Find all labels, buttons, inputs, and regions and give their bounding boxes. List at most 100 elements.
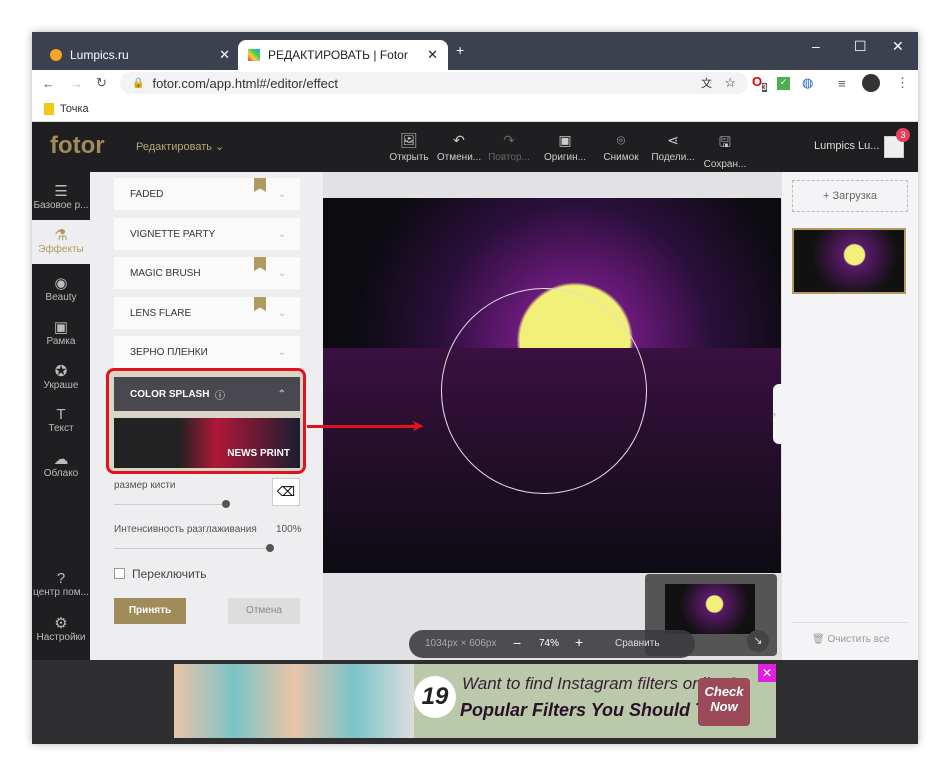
nav-decor[interactable]: ✪ Украше [32, 362, 90, 391]
image-dimensions: 1034px × 606px [425, 638, 497, 649]
right-panel: + Загрузка 🗑 Очистить все [782, 172, 918, 660]
save-button[interactable]: 🖫 Сохран... [702, 132, 748, 170]
original-icon: ▣ [558, 132, 572, 148]
chevron-down-icon: ⌄ [277, 307, 286, 319]
brush-size-label: размер кисти [114, 480, 176, 491]
fotor-header: fotor Редактировать ⌄ 🖼 Открыть ↶ Отмени..… [32, 122, 918, 172]
share-button[interactable]: ⋖ Подели... [650, 132, 696, 163]
effect-vignette-party[interactable]: VIGNETTE PARTY ⌄ [114, 218, 300, 250]
help-icon: ? [56, 570, 66, 587]
annotation-arrow [307, 425, 419, 428]
nav-cloud[interactable]: ☁ Облако [32, 450, 90, 479]
menu-icon[interactable]: ⋮ [896, 75, 909, 91]
accept-button[interactable]: Принять [114, 598, 186, 624]
smoothing-handle[interactable] [266, 544, 274, 552]
snapshot-button[interactable]: ⌾ Снимок [598, 132, 644, 163]
upload-button[interactable]: + Загрузка [792, 180, 908, 212]
gear-icon: ⚙ [54, 615, 68, 632]
opera-extension-icon[interactable]: O3 [752, 74, 767, 92]
toggle-label: Переключить [132, 567, 207, 581]
open-button[interactable]: 🖼 Открыть [386, 132, 432, 163]
left-nav: ☰ Базовое р... ⚗ Эффекты ◉ Beauty ▣ Рамка ✪ У… [32, 172, 90, 660]
brush-size-handle[interactable] [222, 500, 230, 508]
browser-window: Lumpics.ru ✕ РЕДАКТИРОВАТЬ | Fotor ✕ + – ☐… [32, 32, 918, 744]
profile-avatar[interactable] [862, 74, 880, 92]
close-tab-icon[interactable]: ✕ [427, 47, 438, 63]
nav-help[interactable]: ? центр пом... [32, 570, 90, 598]
undo-button[interactable]: ↶ Отмени... [436, 132, 482, 163]
brush-size-slider[interactable] [114, 504, 226, 505]
smoothing-value: 100% [276, 524, 302, 535]
effect-color-splash[interactable]: COLOR SPLASH ⓘ ⌃ [114, 377, 300, 411]
nav-beauty[interactable]: ◉ Beauty [32, 274, 90, 303]
nav-basic[interactable]: ☰ Базовое р... [32, 182, 90, 211]
premium-icon [254, 178, 266, 192]
smoothing-slider[interactable] [114, 548, 270, 549]
ad-cta-button[interactable]: Check Now [698, 678, 750, 726]
undo-icon: ↶ [453, 132, 465, 148]
notification-badge: 3 [896, 128, 910, 142]
divider [792, 622, 908, 623]
nav-text[interactable]: T Текст [32, 406, 90, 434]
edited-image[interactable] [323, 198, 781, 573]
chevron-down-icon: ⌄ [277, 188, 286, 200]
reload-icon[interactable]: ↻ [96, 75, 107, 91]
star-badge-icon: ✪ [54, 363, 68, 380]
flask-icon: ⚗ [54, 227, 68, 244]
clear-all-button[interactable]: 🗑 Очистить все [812, 634, 890, 645]
forward-icon[interactable]: → [70, 76, 83, 91]
image-thumbnail[interactable] [792, 228, 906, 294]
cancel-button[interactable]: Отмена [228, 598, 300, 624]
preset-news-print[interactable]: NEWS PRINT [114, 418, 300, 468]
brush-cursor-circle [441, 288, 647, 494]
address-bar[interactable]: 🔒 fotor.com/app.html#/editor/effect ☆ 文 [120, 72, 748, 94]
toggle-checkbox[interactable] [114, 568, 125, 579]
open-icon: 🖼 [400, 132, 418, 148]
tab-label: Lumpics.ru [70, 48, 129, 62]
star-icon[interactable]: ☆ [724, 75, 736, 91]
effects-panel: FADED ⌄ VIGNETTE PARTY ⌄ MAGIC BRUSH ⌄ LENS… [90, 172, 323, 660]
zoom-bar: 1034px × 606px − 74% + Сравнить [409, 630, 695, 658]
ad-close-button[interactable]: ✕ [758, 664, 776, 682]
tab-fotor[interactable]: РЕДАКТИРОВАТЬ | Fotor ✕ [238, 40, 448, 70]
globe-extension-icon[interactable]: ◍ [802, 75, 813, 91]
translate-icon[interactable]: 文 [701, 75, 712, 91]
close-tab-icon[interactable]: ✕ [219, 47, 230, 63]
maximize-button[interactable]: ☐ [854, 38, 867, 55]
chevron-down-icon: ⌄ [277, 228, 286, 240]
media-icon[interactable]: ≡ [838, 76, 846, 91]
compare-button[interactable]: Сравнить [615, 638, 660, 649]
nav-frame[interactable]: ▣ Рамка [32, 318, 90, 347]
check-extension-icon[interactable]: ✓ [777, 76, 790, 90]
nav-settings[interactable]: ⚙ Настройки [32, 614, 90, 643]
original-button[interactable]: ▣ Оригин... [542, 132, 588, 163]
ad-banner[interactable]: 19 Want to find Instagram filters online… [32, 660, 918, 744]
user-name[interactable]: Lumpics Lu... [814, 140, 879, 152]
ad-line1: Want to find Instagram filters online? [462, 674, 738, 693]
bookmark-tochka[interactable]: Точка [60, 103, 89, 115]
zoom-out-button[interactable]: − [513, 635, 521, 651]
new-tab-button[interactable]: + [456, 42, 464, 58]
nav-effects[interactable]: ⚗ Эффекты [32, 220, 90, 264]
expand-icon[interactable]: ↘ [747, 630, 769, 652]
effect-lens-flare[interactable]: LENS FLARE ⌄ [114, 297, 300, 329]
trash-icon: 🗑 [812, 634, 825, 645]
ad-photos [174, 664, 414, 738]
zoom-in-button[interactable]: + [575, 634, 583, 650]
close-window-button[interactable]: ✕ [892, 38, 904, 55]
share-icon: ⋖ [667, 132, 679, 148]
effect-film-grain[interactable]: ЗЕРНО ПЛЕНКИ ⌄ [114, 336, 300, 368]
mode-dropdown[interactable]: Редактировать ⌄ [136, 140, 224, 153]
fotor-logo: fotor [50, 132, 105, 159]
navigator-thumb [665, 584, 755, 634]
chevron-up-icon: ⌃ [277, 388, 286, 400]
tab-lumpics[interactable]: Lumpics.ru ✕ [40, 40, 240, 70]
help-icon: ⓘ [215, 390, 226, 402]
back-icon[interactable]: ← [42, 76, 55, 91]
eraser-button[interactable]: ⌫ [272, 478, 300, 506]
effect-magic-brush[interactable]: MAGIC BRUSH ⌄ [114, 257, 300, 289]
minimize-button[interactable]: – [812, 38, 820, 54]
cloud-icon: ☁ [53, 451, 69, 468]
redo-button[interactable]: ↷ Повтор... [486, 132, 532, 163]
effect-faded[interactable]: FADED ⌄ [114, 178, 300, 210]
